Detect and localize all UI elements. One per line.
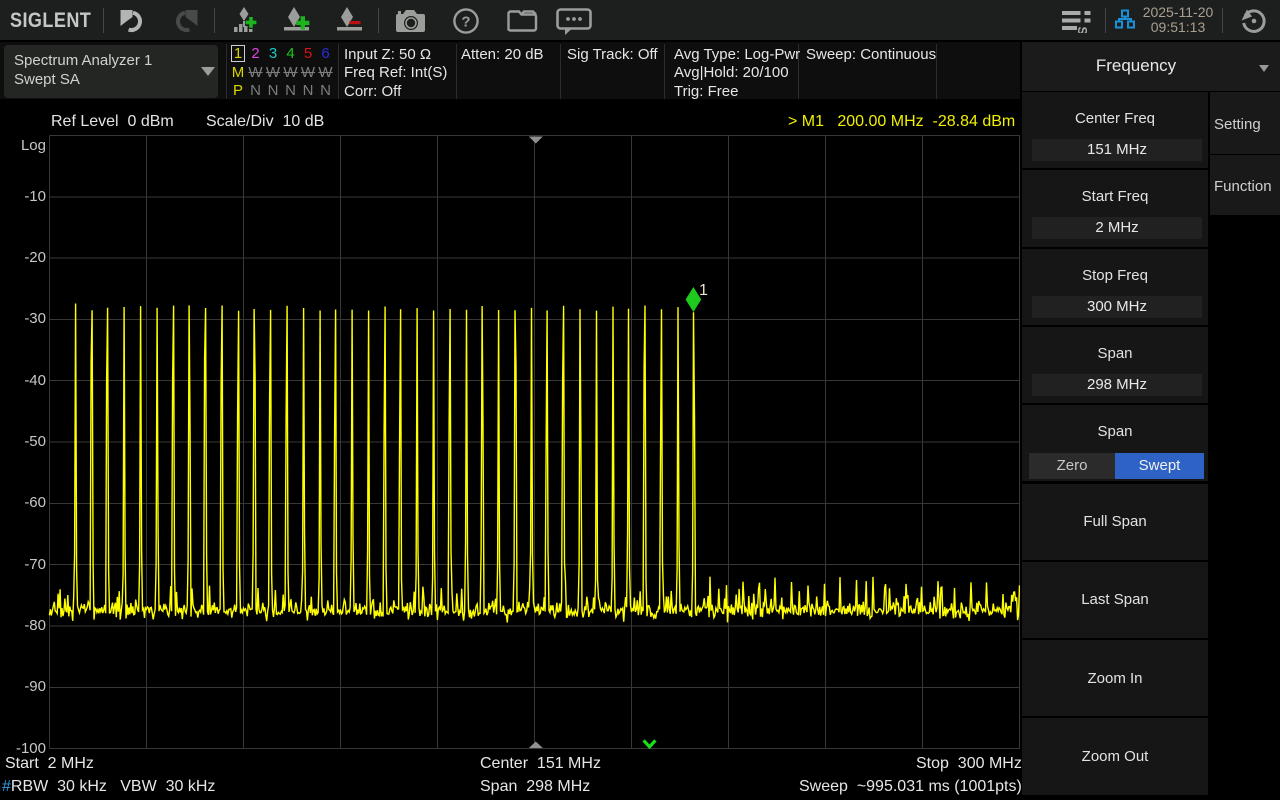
svg-text:1: 1 xyxy=(699,282,708,299)
svg-text:S: S xyxy=(1075,27,1089,34)
